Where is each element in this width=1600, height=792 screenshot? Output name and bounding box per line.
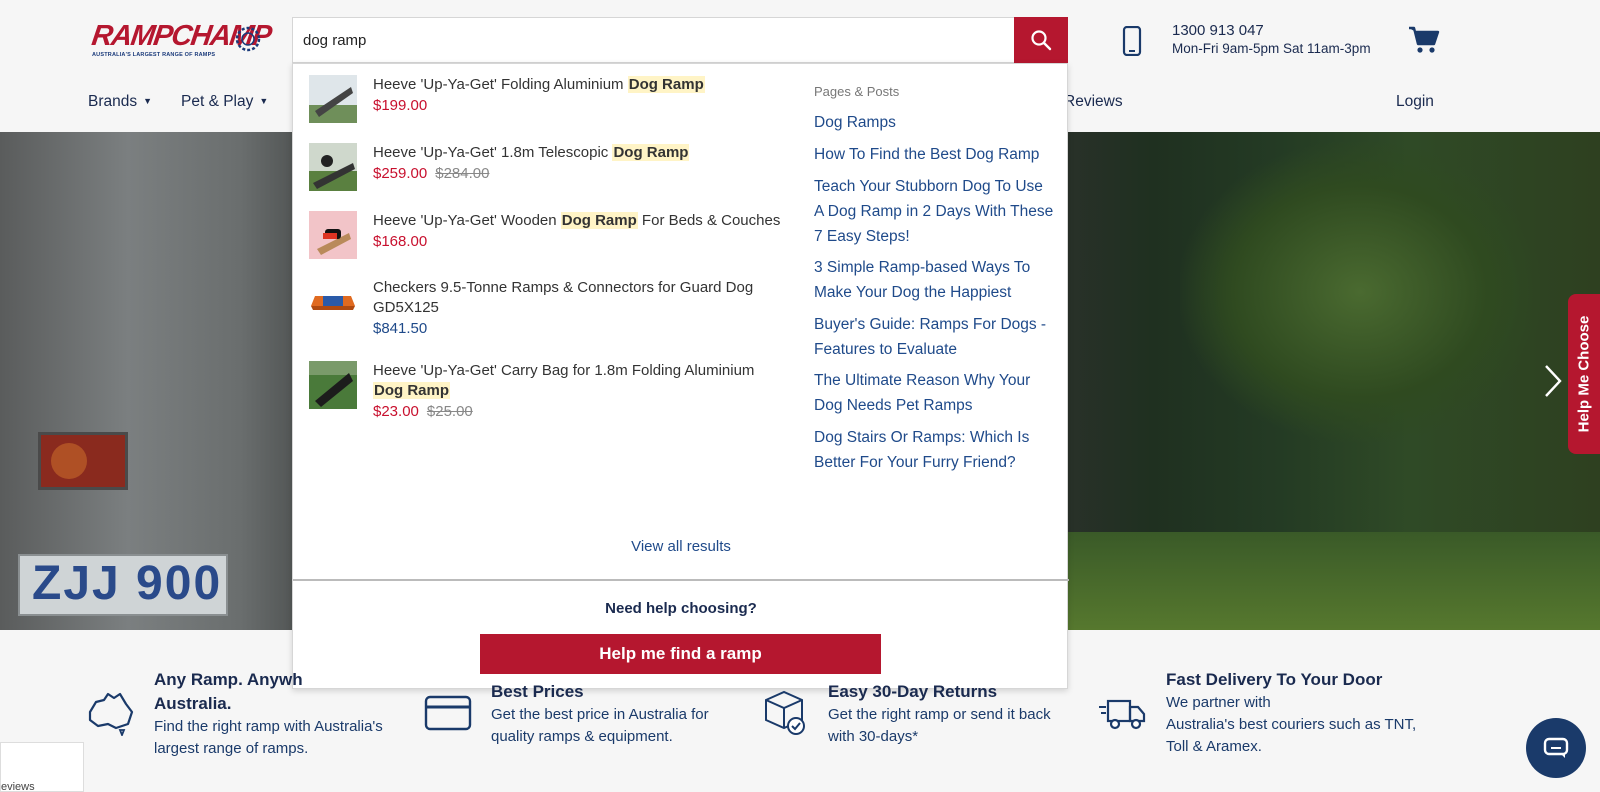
reviews-widget[interactable]: eviews	[0, 742, 84, 792]
product-prices: $841.50	[373, 320, 427, 337]
product-price: $841.50	[373, 320, 428, 337]
product-old-price: $25.00	[426, 403, 473, 420]
feature-description: Get the right ramp or send it back with …	[828, 706, 1051, 745]
feature-easy-returns: Easy 30-Day Returns Get the right ramp o…	[828, 680, 1068, 748]
credit-card-icon	[424, 695, 472, 731]
dropdown-divider	[293, 579, 1069, 581]
mobile-phone-icon	[1122, 26, 1142, 56]
feature-fast-delivery: Fast Delivery To Your Door We partner wi…	[1166, 668, 1426, 758]
chat-bubble-icon	[1543, 737, 1569, 758]
search-icon	[1031, 30, 1052, 51]
product-thumbnail	[309, 278, 357, 326]
hero-grass	[1068, 532, 1600, 630]
feature-title: Easy 30-Day Returns	[828, 682, 998, 701]
product-price: $168.00	[373, 233, 428, 250]
product-thumbnail	[309, 75, 357, 123]
search-suggestions-dropdown: Heeve 'Up-Ya-Get' Folding Aluminium Dog …	[292, 63, 1069, 689]
product-name: Heeve 'Up-Ya-Get' Folding Aluminium Dog …	[373, 76, 705, 93]
chevron-down-icon: ▼	[259, 96, 269, 106]
post-link[interactable]: Teach Your Stubborn Dog To Use A Dog Ram…	[814, 174, 1054, 249]
feature-description: Get the best price in Australia for qual…	[491, 706, 709, 745]
feature-best-prices: Best Prices Get the best price in Austra…	[491, 680, 741, 748]
nav-reviews[interactable]: Reviews	[1064, 93, 1123, 111]
feature-title: Any Ramp. Anywh Australia.	[154, 670, 303, 713]
post-link[interactable]: How To Find the Best Dog Ramp	[814, 142, 1054, 167]
search-term-highlight: Dog Ramp	[612, 144, 690, 161]
feature-any-ramp-desc: Find the right ramp with Australia's lar…	[154, 716, 404, 760]
search-bar	[292, 17, 1068, 63]
need-help-heading: Need help choosing?	[605, 600, 757, 617]
opening-hours: Mon-Fri 9am-5pm Sat 11am-3pm	[1172, 41, 1371, 56]
product-thumbnail	[309, 211, 357, 259]
hero-tree	[1180, 142, 1540, 442]
chevron-right-icon[interactable]	[1544, 364, 1562, 398]
nav-pet-play[interactable]: Pet & Play ▼	[181, 93, 268, 111]
delivery-truck-icon	[1099, 699, 1146, 730]
product-prices: $168.00	[373, 233, 427, 250]
logo-tagline: AUSTRALIA'S LARGEST RANGE OF RAMPS	[92, 52, 216, 58]
product-price: $199.00	[373, 97, 428, 114]
product-prices: $259.00 $284.00	[373, 165, 489, 182]
pages-posts-heading: Pages & Posts	[814, 84, 900, 99]
feature-description-line1: We partner with	[1166, 694, 1271, 711]
product-old-price: $284.00	[435, 165, 490, 182]
nav-brands[interactable]: Brands ▼	[88, 93, 152, 111]
product-name: Checkers 9.5-Tonne Ramps & Connectors fo…	[373, 279, 754, 316]
australia-map-icon	[88, 692, 134, 736]
product-name: Heeve 'Up-Ya-Get' Wooden Dog Ramp For Be…	[373, 212, 781, 229]
product-prices: $199.00	[373, 97, 427, 114]
search-input[interactable]	[303, 18, 993, 62]
help-me-find-a-ramp-button[interactable]: Help me find a ramp	[480, 634, 881, 674]
product-price: $259.00	[373, 165, 428, 182]
package-return-icon	[765, 690, 805, 735]
feature-description: Australia's best couriers such as TNT, T…	[1166, 716, 1417, 755]
product-thumbnail	[309, 361, 357, 409]
post-link[interactable]: Dog Ramps	[814, 110, 1054, 135]
chevron-down-icon: ▼	[143, 96, 153, 106]
nav-login[interactable]: Login	[1396, 93, 1434, 111]
post-link[interactable]: 3 Simple Ramp-based Ways To Make Your Do…	[814, 255, 1054, 305]
search-button[interactable]	[1014, 17, 1068, 63]
search-term-highlight: Dog Ramp	[627, 76, 705, 93]
laurel-wreath-icon	[235, 26, 261, 52]
feature-description: Find the right ramp with Australia's lar…	[154, 718, 383, 757]
post-link[interactable]: The Ultimate Reason Why Your Dog Needs P…	[814, 368, 1054, 418]
view-all-results-link[interactable]: View all results	[293, 538, 1069, 555]
rampchamp-logo[interactable]: RAMPCHAMP AUSTRALIA'S LARGEST RANGE OF R…	[90, 20, 273, 62]
feature-title: Best Prices	[491, 682, 584, 701]
product-name: Heeve 'Up-Ya-Get' 1.8m Telescopic Dog Ra…	[373, 144, 690, 161]
post-link[interactable]: Dog Stairs Or Ramps: Which Is Better For…	[814, 425, 1054, 475]
product-thumbnail	[309, 143, 357, 191]
product-price: $23.00	[373, 403, 419, 420]
product-prices: $23.00 $25.00	[373, 403, 473, 420]
feature-title: Fast Delivery To Your Door	[1166, 670, 1383, 689]
chat-button[interactable]	[1526, 718, 1586, 778]
feature-any-ramp: Any Ramp. Anywh Australia.	[154, 668, 304, 716]
search-term-highlight: Dog Ramp	[560, 212, 638, 229]
search-term-highlight: Dog Ramp	[373, 382, 450, 399]
hero-number-plate: ZJJ 900	[18, 554, 228, 616]
shopping-cart-icon[interactable]	[1408, 26, 1440, 54]
post-link[interactable]: Buyer's Guide: Ramps For Dogs - Features…	[814, 312, 1054, 362]
hero-tail-light	[38, 432, 128, 490]
product-name: Heeve 'Up-Ya-Get' Carry Bag for 1.8m Fol…	[373, 362, 755, 399]
phone-number[interactable]: 1300 913 047	[1172, 22, 1264, 39]
help-me-choose-tab[interactable]: Help Me Choose	[1568, 294, 1600, 454]
